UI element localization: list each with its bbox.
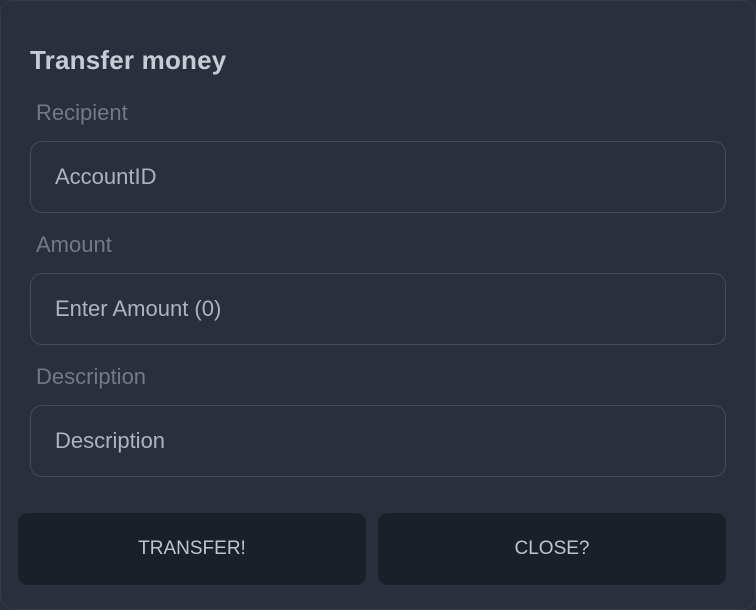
transfer-button[interactable]: TRANSFER!	[18, 513, 366, 585]
recipient-input[interactable]	[30, 141, 726, 213]
close-button[interactable]: CLOSE?	[378, 513, 726, 585]
transfer-money-dialog: Transfer money Recipient Amount Descript…	[0, 0, 756, 610]
amount-label: Amount	[36, 232, 112, 257]
dialog-title: Transfer money	[30, 45, 227, 75]
recipient-label: Recipient	[36, 100, 128, 125]
description-label: Description	[36, 364, 147, 389]
description-input[interactable]	[30, 405, 726, 477]
amount-input[interactable]	[30, 273, 726, 345]
